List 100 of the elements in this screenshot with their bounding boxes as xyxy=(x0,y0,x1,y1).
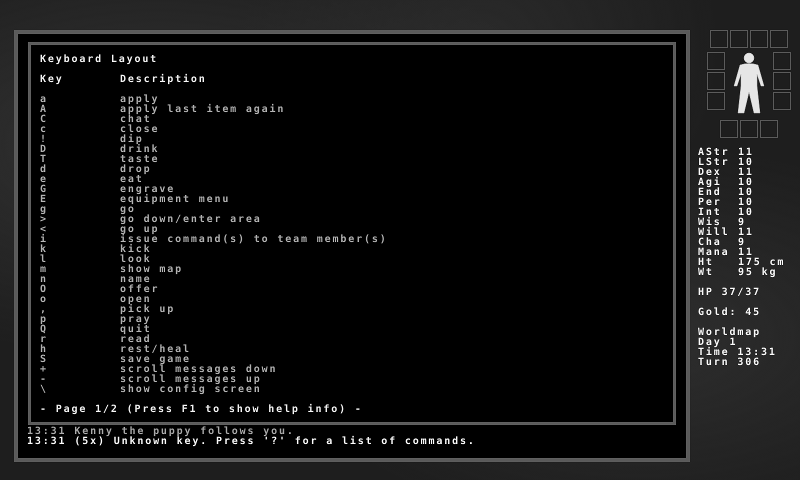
equipment-slot[interactable] xyxy=(773,72,791,90)
description-cell-text: quit xyxy=(120,325,152,335)
stat-value: 11 xyxy=(738,228,755,238)
message-time: 13:31 xyxy=(27,437,66,447)
column-header: Key xyxy=(40,75,65,85)
key-cell-text: + xyxy=(40,365,49,375)
help-title: Keyboard Layout xyxy=(40,55,160,65)
key-cell-text: n xyxy=(40,275,49,285)
description-cell-text: scroll messages up xyxy=(120,375,263,385)
stat-label: End xyxy=(698,188,723,198)
description-cell-text: offer xyxy=(120,285,160,295)
key-cell-text: E xyxy=(40,195,49,205)
key-cell-text: G xyxy=(40,185,49,195)
equipment-slot[interactable] xyxy=(750,30,768,48)
equipment-slot[interactable] xyxy=(710,30,728,48)
key-cell-text: e xyxy=(40,175,49,185)
stat-value: 10 xyxy=(738,188,755,198)
stat-value: 175 cm xyxy=(738,258,786,268)
status-line: Turn 306 xyxy=(698,358,762,368)
message-text: Kenny the puppy follows you. xyxy=(74,427,295,437)
description-cell-text: drink xyxy=(120,145,160,155)
stat-value: 9 xyxy=(738,238,746,248)
description-cell-text: go xyxy=(120,205,136,215)
description-cell-text: dip xyxy=(120,135,144,145)
equipment-slot[interactable] xyxy=(707,52,725,70)
stat-label: Will xyxy=(698,228,730,238)
key-cell-text: d xyxy=(40,165,49,175)
key-cell-text: p xyxy=(40,315,49,325)
status-line: Time 13:31 xyxy=(698,348,778,358)
message-text: (5x) Unknown key. Press '?' for a list of commands. xyxy=(74,437,476,447)
key-cell-text: g xyxy=(40,205,49,215)
description-cell-text: look xyxy=(120,255,152,265)
description-cell-text: apply xyxy=(120,95,160,105)
description-cell-text: close xyxy=(120,125,160,135)
equipment-slot[interactable] xyxy=(740,120,758,138)
description-cell-text: eat xyxy=(120,175,144,185)
key-cell-text: k xyxy=(40,245,49,255)
message-time: 13:31 xyxy=(27,427,66,437)
stat-label: Wt xyxy=(698,268,715,278)
stat-value: 9 xyxy=(738,218,746,228)
money-amount: Gold: 45 xyxy=(698,308,762,318)
stat-label: Cha xyxy=(698,238,722,248)
stat-value: 10 xyxy=(738,178,755,188)
key-cell-text: S xyxy=(40,355,49,365)
description-cell-text: show map xyxy=(120,265,184,275)
equipment-slot[interactable] xyxy=(720,120,738,138)
stat-label: Int xyxy=(698,208,723,218)
description-cell-text: open xyxy=(120,295,152,305)
key-cell-text: h xyxy=(40,345,49,355)
description-cell-text: show config screen xyxy=(120,385,263,395)
equipment-slot[interactable] xyxy=(730,30,748,48)
stat-value: 11 xyxy=(738,148,755,158)
stat-value: 10 xyxy=(738,198,755,208)
page-indicator: - Page 1/2 (Press F1 to show help info) - xyxy=(40,405,364,415)
key-cell-text: D xyxy=(40,145,49,155)
status-line: Worldmap xyxy=(698,328,762,338)
stat-value: 95 kg xyxy=(738,268,778,278)
key-cell-text: Q xyxy=(40,325,49,335)
description-cell-text: taste xyxy=(120,155,160,165)
description-cell-text: name xyxy=(120,275,152,285)
key-cell-text: , xyxy=(40,305,49,315)
equipment-slot[interactable] xyxy=(770,30,788,48)
description-cell-text: issue command(s) to team member(s) xyxy=(120,235,389,245)
key-cell-text: o xyxy=(40,295,49,305)
key-cell-text: O xyxy=(40,285,49,295)
stat-label: AStr xyxy=(698,148,730,158)
key-cell-text: m xyxy=(40,265,49,275)
key-cell-text: A xyxy=(40,105,49,115)
equipment-slot[interactable] xyxy=(773,52,791,70)
description-cell-text: chat xyxy=(120,115,152,125)
key-cell-text: ! xyxy=(40,135,49,145)
key-cell-text: l xyxy=(40,255,49,265)
description-cell-text: equipment menu xyxy=(120,195,232,205)
description-cell-text: engrave xyxy=(120,185,176,195)
description-cell-text: kick xyxy=(120,245,152,255)
status-line: Day 1 xyxy=(698,338,738,348)
equipment-slot[interactable] xyxy=(707,72,725,90)
key-cell-text: \ xyxy=(40,385,49,395)
stat-value: 11 xyxy=(738,248,754,258)
stat-label: Per xyxy=(698,198,723,208)
key-cell-text: i xyxy=(40,235,49,245)
stat-value: 10 xyxy=(738,208,755,218)
description-cell-text: apply last item again xyxy=(120,105,286,115)
key-cell-text: T xyxy=(40,155,49,165)
stat-label: Ht xyxy=(698,258,715,268)
key-cell-text: c xyxy=(40,125,49,135)
equipment-slot[interactable] xyxy=(773,92,791,110)
description-cell-text: rest/heal xyxy=(120,345,192,355)
description-cell-text: scroll messages down xyxy=(120,365,278,375)
key-cell-text: < xyxy=(40,225,49,235)
description-cell-text: save game xyxy=(120,355,192,365)
description-cell-text: go up xyxy=(120,225,160,235)
hit-points: HP 37/37 xyxy=(698,288,762,298)
key-cell-text: a xyxy=(40,95,49,105)
description-cell-text: pray xyxy=(120,315,152,325)
description-cell-text: drop xyxy=(120,165,152,175)
stat-label: Agi xyxy=(698,178,723,188)
equipment-slot[interactable] xyxy=(707,92,725,110)
key-cell-text: r xyxy=(40,335,49,345)
equipment-slot[interactable] xyxy=(760,120,778,138)
